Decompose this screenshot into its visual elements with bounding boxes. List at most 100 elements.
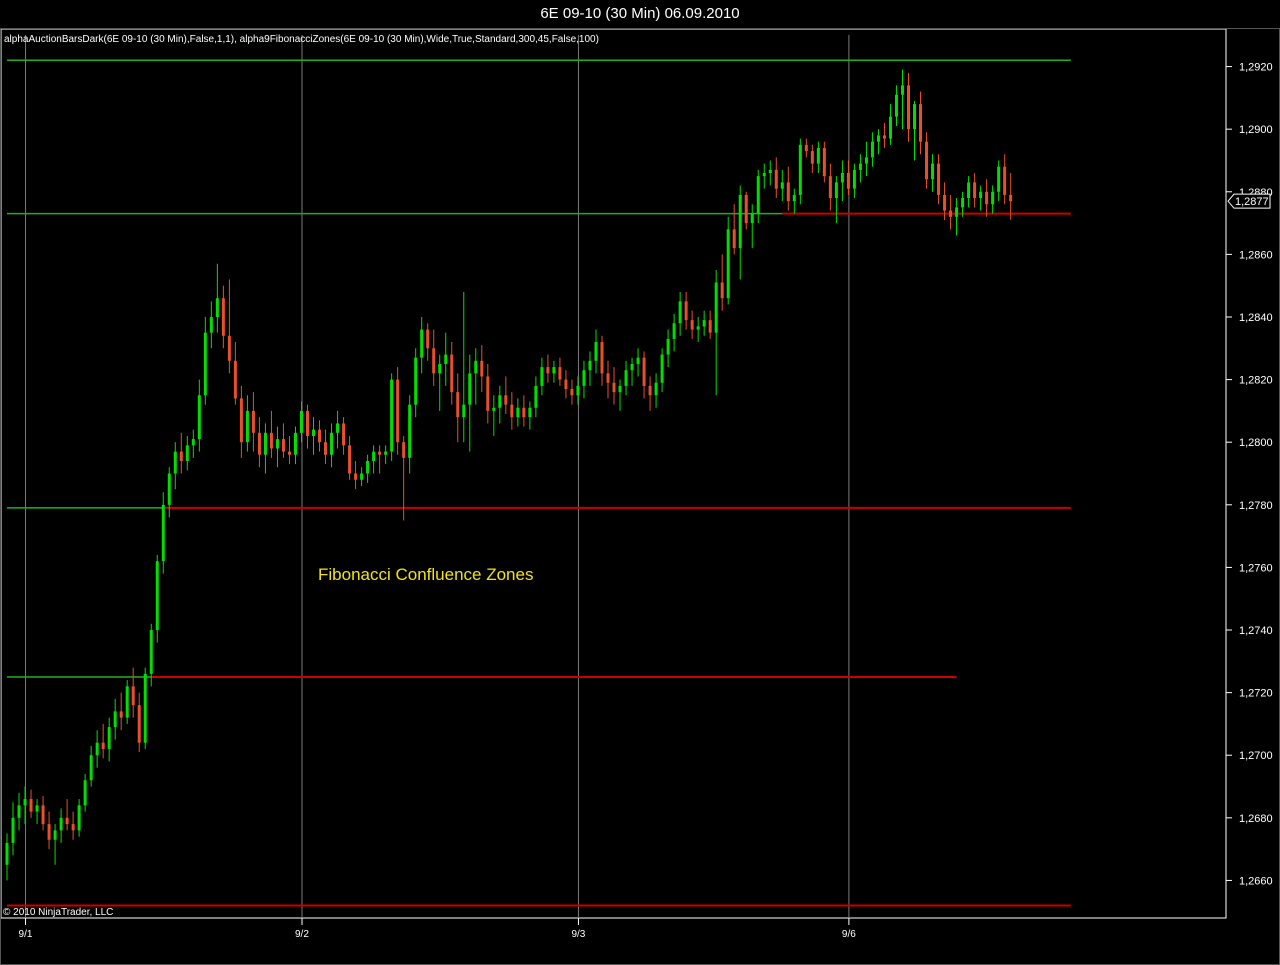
candle-body [179, 451, 183, 461]
candle-body [582, 370, 586, 386]
candle-body [426, 329, 430, 349]
candle-body [738, 194, 742, 249]
candle-body [155, 561, 159, 631]
candle-body [420, 329, 424, 358]
candle-body [227, 335, 231, 361]
candle-body [840, 172, 844, 183]
candle-body [348, 445, 352, 474]
candle-body [888, 116, 892, 139]
candle-body [143, 673, 147, 743]
candle-body [900, 85, 904, 95]
candle-body [576, 385, 580, 396]
candle-body [588, 360, 592, 371]
price-chart[interactable]: 1,2660 1,2680 1,2700 1,2720 1,2740 1,2760 1,27… [0, 0, 1280, 965]
candle-body [83, 780, 87, 806]
candle-body [913, 104, 917, 130]
candle-body [654, 382, 658, 396]
candle-body [624, 370, 628, 386]
candle-body [23, 799, 27, 806]
candle-body [786, 182, 790, 202]
candle-body [870, 141, 874, 158]
candle-body [510, 404, 514, 418]
price-tick-label: 1,2900 [1239, 124, 1273, 136]
candle-body [858, 163, 862, 170]
candle-body [642, 357, 646, 386]
candle-body [864, 157, 868, 164]
candle-body [378, 451, 382, 455]
candle-body [558, 367, 562, 380]
candle-body [919, 104, 923, 142]
candle-body [263, 432, 267, 455]
candle-body [17, 805, 21, 818]
price-tick-label: 1,2680 [1239, 813, 1273, 825]
candle-body [985, 191, 989, 205]
candle-body [726, 229, 730, 299]
candle-body [119, 711, 123, 718]
candle-body [1009, 194, 1013, 202]
candle-body [161, 504, 165, 562]
candle-body [41, 805, 45, 825]
candle-body [173, 451, 177, 474]
candle-body [342, 423, 346, 446]
candle-body [756, 176, 760, 214]
candle-body [191, 439, 195, 446]
candle-body [540, 367, 544, 386]
indicator-label: alphaAuctionBarsDark(6E 09-10 (30 Min),F… [4, 34, 599, 45]
candle-body [360, 473, 364, 480]
candle-body [955, 207, 959, 217]
candle-body [468, 373, 472, 405]
candle-body [95, 742, 99, 756]
candle-body [564, 379, 568, 389]
last-price-marker: 1,2877 [1227, 193, 1271, 209]
candle-body [606, 373, 610, 383]
candle-body [281, 439, 285, 452]
candle-body [5, 842, 9, 865]
candle-body [594, 342, 598, 361]
candle-body [768, 169, 772, 173]
date-label: 9/2 [295, 929, 309, 940]
candle-body [59, 817, 63, 831]
candle-body [846, 172, 850, 189]
price-tick-label: 1,2760 [1239, 562, 1273, 574]
candle-body [101, 742, 105, 749]
candle-body [522, 407, 526, 418]
candle-body [438, 363, 442, 374]
candle-body [480, 360, 484, 377]
candle-body [269, 432, 273, 449]
candle-body [792, 194, 796, 202]
price-tick-label: 1,2800 [1239, 437, 1273, 449]
candle-body [834, 182, 838, 199]
vertical-gridlines [25, 35, 850, 918]
candle-body [907, 85, 910, 130]
candle-body [810, 151, 814, 164]
price-tick-label: 1,2780 [1239, 500, 1273, 512]
price-tick-label: 1,2860 [1239, 249, 1273, 261]
date-label: 9/6 [842, 929, 856, 940]
candle-body [53, 830, 57, 840]
candle-body [552, 367, 556, 374]
candle-body [450, 354, 454, 393]
candle-body [546, 367, 550, 374]
candle-body [528, 407, 532, 418]
candle-body [504, 395, 508, 405]
candle-body [804, 144, 808, 152]
candle-body [113, 711, 117, 728]
candle-body [882, 135, 886, 139]
candle-body [708, 320, 712, 333]
candle-body [408, 404, 412, 458]
candle-body [798, 144, 802, 195]
candle-body [35, 805, 39, 812]
candle-body [949, 210, 953, 217]
candle-body [77, 805, 81, 831]
candle-body [732, 229, 736, 249]
candle-body [366, 460, 370, 474]
candle-body [245, 410, 249, 443]
candle-body [167, 473, 171, 505]
candle-body [324, 442, 328, 455]
candle-body [690, 320, 694, 330]
candle-body [414, 357, 418, 405]
candle-body [630, 363, 634, 371]
zones-annotation: Fibonacci Confluence Zones [318, 565, 533, 584]
candle-body [828, 176, 832, 199]
candle-body [816, 147, 820, 164]
